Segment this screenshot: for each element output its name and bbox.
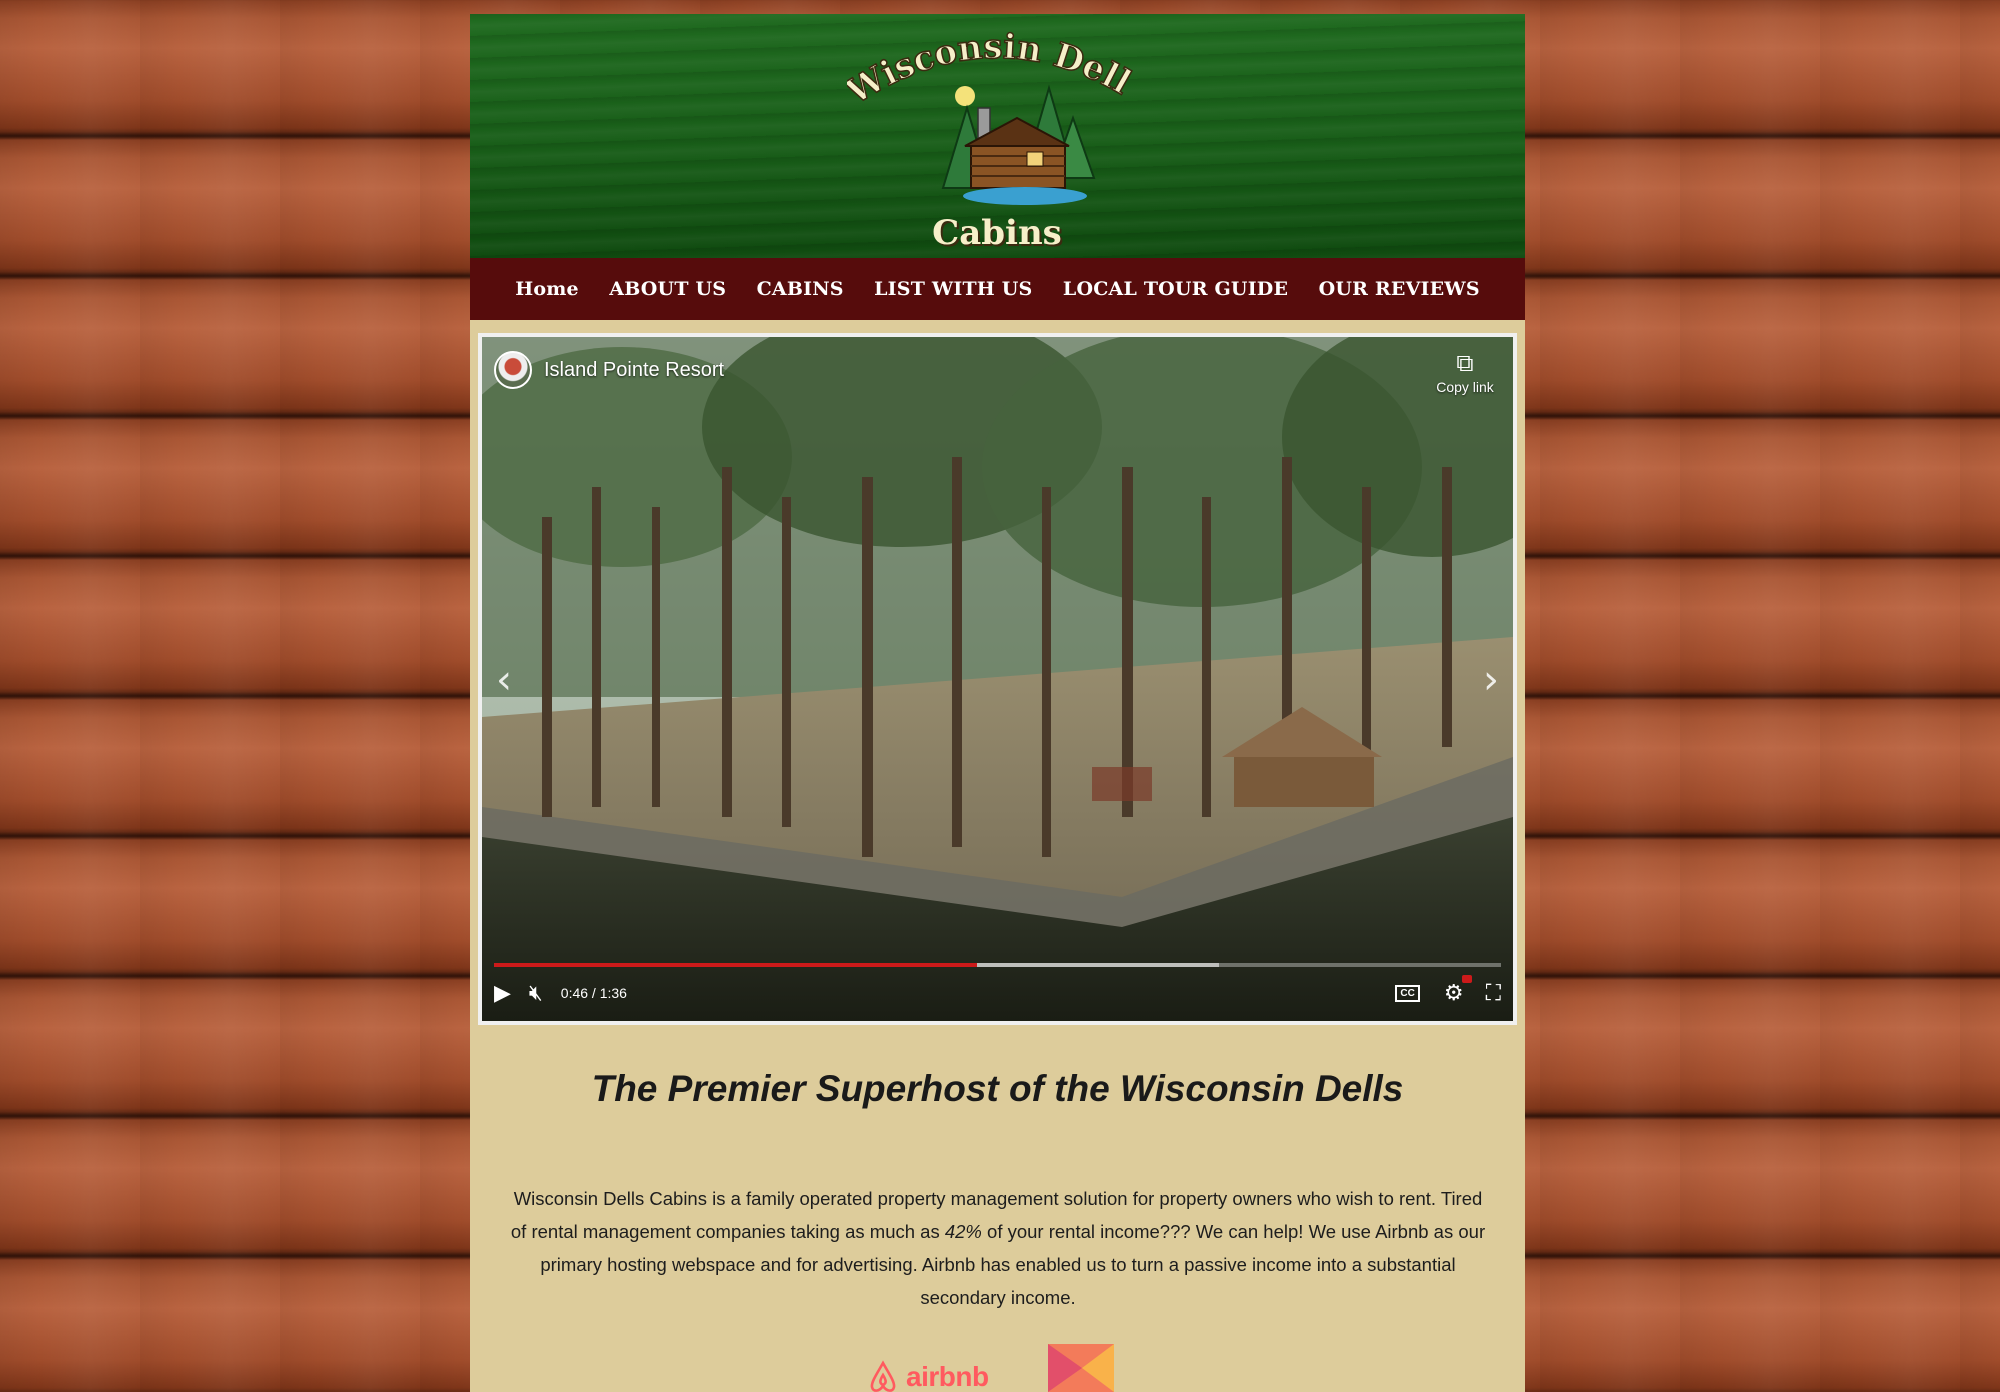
video-header: Island Pointe Resort xyxy=(494,351,724,389)
vrbo-icon[interactable] xyxy=(1048,1344,1114,1392)
nav-list-with-us[interactable]: LIST WITH US xyxy=(874,278,1032,300)
airbnb-wordmark: airbnb xyxy=(906,1361,989,1392)
cc-icon[interactable]: CC xyxy=(1395,984,1420,1002)
intro-emphasis: 42% xyxy=(944,1221,982,1242)
site-logo[interactable]: Wisconsin Dells Cabins xyxy=(837,0,1147,254)
nav-home[interactable]: Home xyxy=(515,278,579,300)
nav-cabins[interactable]: CABINS xyxy=(757,278,844,300)
partner-logos: airbnb xyxy=(470,1344,1525,1392)
airbnb-logo[interactable]: airbnb xyxy=(866,1360,989,1392)
progress-played xyxy=(494,963,978,967)
page-headline: The Premier Superhost of the Wisconsin D… xyxy=(591,1068,1404,1109)
chevron-right-icon[interactable]: › xyxy=(1483,657,1499,703)
airbnb-icon xyxy=(870,1360,896,1392)
svg-text:Wisconsin Dells: Wisconsin Dells xyxy=(847,28,1137,113)
video-title[interactable]: Island Pointe Resort xyxy=(544,359,724,382)
copy-link-button[interactable]: ⧉ Copy link xyxy=(1435,350,1495,396)
page-container: Wisconsin Dells Cabins xyxy=(470,0,1525,1392)
video-progress-bar[interactable] xyxy=(494,963,1501,967)
play-icon[interactable]: ▶ xyxy=(494,981,511,1006)
chevron-left-icon[interactable]: ‹ xyxy=(496,657,512,703)
nav-about-us[interactable]: ABOUT US xyxy=(609,278,726,300)
logo-title: Wisconsin Dells xyxy=(837,0,1139,114)
video-controls: ▶ 🔇︎ 0:46 / 1:36 CC ⚙ ⛶ xyxy=(494,973,1501,1013)
copy-icon: ⧉ xyxy=(1456,350,1474,377)
video-player[interactable]: Island Pointe Resort ⧉ Copy link ‹ › ▶ 🔇… xyxy=(478,333,1517,1025)
intro-paragraph: Wisconsin Dells Cabins is a family opera… xyxy=(508,1182,1488,1314)
main-nav: Home ABOUT US CABINS LIST WITH US LOCAL … xyxy=(470,258,1525,320)
logo-subtitle: Cabins xyxy=(932,213,1062,253)
nav-our-reviews[interactable]: OUR REVIEWS xyxy=(1319,278,1480,300)
video-frame xyxy=(482,337,1513,1021)
nav-local-tour-guide[interactable]: LOCAL TOUR GUIDE xyxy=(1063,278,1288,300)
settings-gear-icon[interactable]: ⚙ xyxy=(1444,974,1472,1006)
fullscreen-icon[interactable]: ⛶ xyxy=(1486,981,1501,1006)
channel-avatar[interactable] xyxy=(494,351,532,389)
mute-icon[interactable]: 🔇︎ xyxy=(529,981,543,1006)
video-time: 0:46 / 1:36 xyxy=(560,985,627,1001)
copy-link-label: Copy link xyxy=(1436,379,1494,395)
site-header: Wisconsin Dells Cabins xyxy=(470,0,1525,258)
